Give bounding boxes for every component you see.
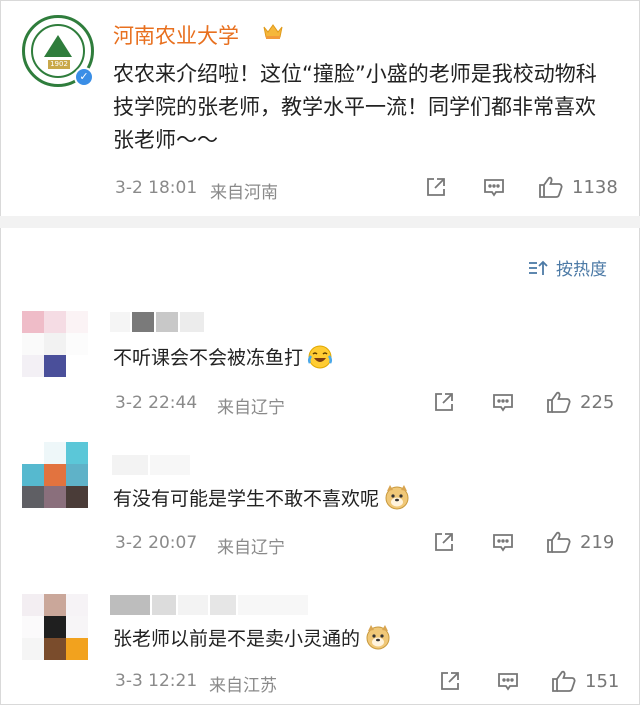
comment-avatar-1[interactable] bbox=[22, 311, 88, 377]
comment-location-1: 来自辽宁 bbox=[217, 398, 285, 418]
comment-button[interactable] bbox=[483, 175, 505, 199]
comment-avatar-3[interactable] bbox=[22, 594, 88, 660]
logo-year: 1902 bbox=[48, 60, 70, 69]
sort-label: 按热度 bbox=[556, 260, 607, 280]
commenter-name-blurred[interactable] bbox=[112, 455, 190, 475]
comment-2-repost-button[interactable] bbox=[433, 530, 455, 554]
comment-3-repost-button[interactable] bbox=[439, 669, 461, 693]
comment-2-like-button[interactable]: 219 bbox=[546, 530, 614, 554]
like-count: 1138 bbox=[572, 176, 618, 198]
comment-2-reply-button[interactable] bbox=[492, 530, 514, 554]
comment-timestamp-3: 3-3 12:21 bbox=[115, 671, 198, 691]
comment-avatar-2[interactable] bbox=[22, 442, 88, 508]
comment-timestamp-2: 3-2 20:07 bbox=[115, 533, 198, 553]
share-icon bbox=[427, 178, 445, 196]
post-author-name[interactable]: 河南农业大学 bbox=[113, 20, 239, 50]
comment-icon bbox=[493, 534, 513, 552]
verified-badge-icon: ✓ bbox=[74, 67, 94, 87]
comment-3-reply-button[interactable] bbox=[497, 669, 519, 693]
weibo-post: 1902 ✓ 河南农业大学 农农来介绍啦！这位“撞脸”小盛的老师是我校动物科技学… bbox=[0, 0, 640, 216]
like-count: 151 bbox=[585, 670, 620, 692]
comment-location-2: 来自辽宁 bbox=[217, 538, 285, 558]
doge-emoji bbox=[385, 485, 409, 510]
comment-text-2: 有没有可能是学生不敢不喜欢呢 bbox=[113, 483, 411, 511]
comment-icon bbox=[498, 673, 518, 691]
repost-button[interactable] bbox=[425, 175, 447, 199]
comment-icon bbox=[493, 394, 513, 412]
comment-body: 有没有可能是学生不敢不喜欢呢 bbox=[113, 487, 380, 510]
commenter-name-blurred[interactable] bbox=[110, 312, 204, 332]
thumbs-up-icon bbox=[552, 670, 576, 692]
share-icon bbox=[435, 393, 453, 411]
laugh-cry-emoji bbox=[307, 345, 333, 368]
comment-1-like-button[interactable]: 225 bbox=[546, 390, 614, 414]
like-button[interactable]: 1138 bbox=[538, 175, 618, 199]
thumbs-up-icon bbox=[539, 176, 563, 198]
thumbs-up-icon bbox=[547, 531, 571, 553]
sort-icon bbox=[529, 260, 548, 275]
vip-crown-icon bbox=[263, 24, 283, 39]
comment-1-repost-button[interactable] bbox=[433, 390, 455, 414]
commenter-name-blurred[interactable] bbox=[110, 595, 308, 615]
share-icon bbox=[435, 533, 453, 551]
comment-3-like-button[interactable]: 151 bbox=[551, 669, 619, 693]
comment-icon bbox=[484, 179, 504, 197]
section-divider bbox=[0, 216, 640, 228]
comment-location-3: 来自江苏 bbox=[209, 676, 277, 696]
comment-body: 张老师以前是不是卖小灵通的 bbox=[113, 627, 361, 650]
like-count: 219 bbox=[580, 531, 615, 553]
like-count: 225 bbox=[580, 391, 615, 413]
comment-timestamp-1: 3-2 22:44 bbox=[115, 393, 198, 413]
doge-emoji bbox=[366, 625, 390, 650]
post-content: 农农来介绍啦！这位“撞脸”小盛的老师是我校动物科技学院的张老师，教学水平一流！同… bbox=[113, 62, 597, 152]
sort-by-hot-button[interactable]: 按热度 bbox=[528, 255, 607, 280]
share-icon bbox=[441, 672, 459, 690]
comment-body: 不听课会不会被冻鱼打 bbox=[113, 347, 304, 369]
post-actions: 1138 bbox=[0, 175, 640, 199]
comment-text-3: 张老师以前是不是卖小灵通的 bbox=[113, 623, 392, 651]
comment-1-reply-button[interactable] bbox=[492, 390, 514, 414]
comment-text-1: 不听课会不会被冻鱼打 bbox=[113, 343, 333, 370]
logo-emblem bbox=[44, 35, 72, 57]
thumbs-up-icon bbox=[547, 391, 571, 413]
